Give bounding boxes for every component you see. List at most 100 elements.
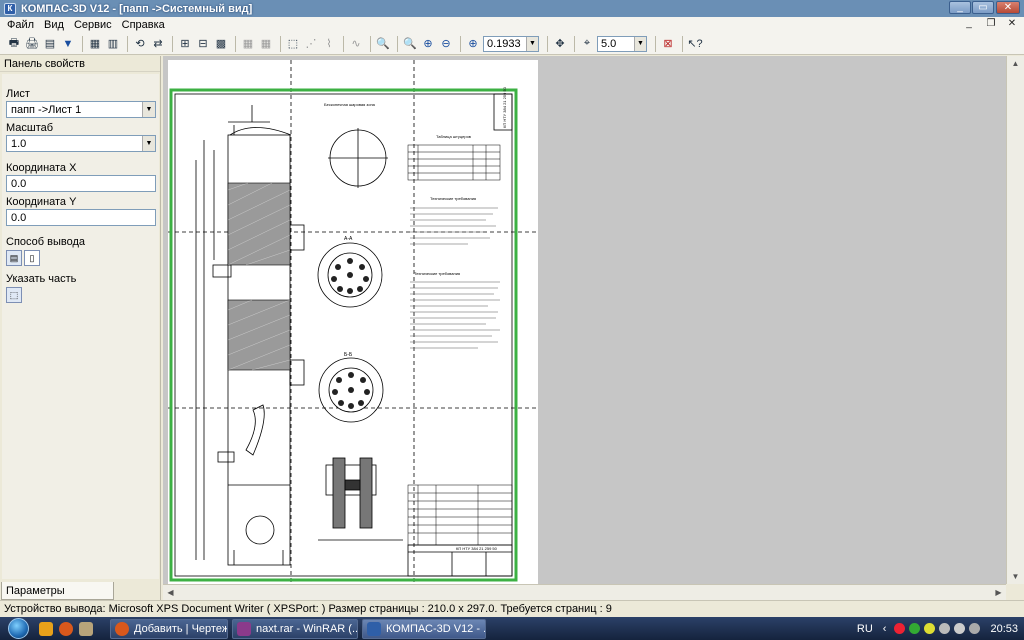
task-label: Добавить | Чертеж...	[134, 622, 228, 635]
coord-y-label: Координата Y	[6, 196, 77, 208]
grid-icon[interactable]: ▩	[213, 36, 229, 52]
toolbar-separator	[82, 35, 83, 52]
step-icon[interactable]: ⌖	[579, 36, 595, 52]
scatter-icon[interactable]: ⋰	[303, 36, 319, 52]
doc-restore-icon[interactable]: ❐	[982, 17, 1000, 31]
tools-icon[interactable]	[79, 621, 93, 636]
scroll-left-icon[interactable]: ◀	[163, 585, 178, 600]
zoom-out-icon[interactable]: ⊖	[438, 36, 454, 52]
minimize-icon[interactable]: _	[949, 1, 971, 14]
coord-x-label: Координата X	[6, 162, 77, 174]
section-b-label: Б-Б	[344, 352, 353, 358]
scroll-right-icon[interactable]: ▶	[991, 585, 1006, 600]
chevron-down-icon[interactable]: ▼	[634, 36, 646, 51]
language-indicator[interactable]: RU	[857, 623, 873, 635]
panel-body: Лист папп ->Лист 1 ▼ Масштаб 1.0 ▼ Координ…	[2, 74, 159, 579]
winrar-icon	[237, 621, 251, 636]
notes2-text-lines	[410, 281, 500, 349]
sheet-value: папп ->Лист 1	[11, 104, 82, 116]
tray-expand-icon[interactable]: ‹	[883, 623, 887, 635]
step-combo[interactable]: 5.0 ▼	[597, 35, 647, 52]
tab-view-params[interactable]: Параметры просмотра	[1, 582, 114, 609]
zoom-value: 0.1933	[487, 37, 521, 50]
select-part-icon[interactable]: ⬚	[6, 287, 22, 303]
media-player-icon[interactable]	[39, 621, 53, 636]
clock[interactable]: 20:53	[990, 623, 1018, 635]
print-pages-icon[interactable]: ▤	[42, 36, 58, 52]
update-icon[interactable]	[924, 623, 936, 634]
task-kompas[interactable]: КОМПАС-3D V12 - ...	[362, 618, 486, 639]
print-icon[interactable]: 🖶	[6, 36, 22, 52]
chevron-down-icon[interactable]: ▼	[142, 136, 155, 151]
firefox-icon	[115, 621, 129, 636]
horizontal-scrollbar[interactable]: ◀ ▶	[163, 584, 1006, 600]
maximize-icon[interactable]: ▭	[972, 1, 994, 14]
task-firefox[interactable]: Добавить | Чертеж...	[110, 618, 228, 639]
chevron-down-icon[interactable]: ▼	[142, 102, 155, 117]
frame-icon[interactable]: ⬚	[285, 36, 301, 52]
zoom-in-icon[interactable]: ⊕	[420, 36, 436, 52]
arrange-icon[interactable]: ▥	[105, 36, 121, 52]
output-print-icon[interactable]: ▤	[6, 250, 22, 266]
doc-close-icon[interactable]: ✕	[1003, 17, 1021, 31]
task-label: КОМПАС-3D V12 - ...	[386, 622, 486, 635]
coord-x-field[interactable]: 0.0	[6, 175, 156, 192]
doc-minimize-icon[interactable]: _	[960, 17, 978, 31]
vertical-scrollbar[interactable]: ▲ ▼	[1006, 56, 1024, 584]
title-block-code: КП НТУ 384 21 259 50	[456, 546, 498, 551]
menu-help[interactable]: Справка	[117, 19, 170, 31]
safely-remove-icon[interactable]	[969, 623, 981, 634]
layout-sheets-icon[interactable]: ▦	[87, 36, 103, 52]
scale-select[interactable]: 1.0 ▼	[6, 135, 156, 152]
zoom-frame-icon[interactable]: 🔍	[402, 36, 418, 52]
volume-icon[interactable]	[954, 623, 966, 634]
menu-file[interactable]: Файл	[2, 19, 39, 31]
wave-icon[interactable]: ∿	[348, 36, 364, 52]
firefox-icon[interactable]	[59, 621, 73, 636]
step-value: 5.0	[601, 37, 617, 50]
toolbar-separator	[397, 35, 398, 52]
zoom-combo[interactable]: 0.1933 ▼	[483, 35, 539, 52]
section-view-top	[328, 128, 388, 188]
start-button[interactable]	[0, 617, 36, 640]
chevron-down-icon[interactable]: ▼	[526, 36, 538, 51]
tile-icon[interactable]: ▦	[240, 36, 256, 52]
fit-page-icon[interactable]: ⊞	[177, 36, 193, 52]
toolbar-separator	[547, 35, 548, 52]
coord-x-value: 0.0	[11, 178, 27, 190]
notes2-title: Технические требования	[414, 271, 460, 276]
output-page-icon[interactable]: ▯	[24, 250, 40, 266]
heading-top: Бесконечная шаровая зона	[324, 102, 376, 107]
rotate-icon[interactable]: ⟲	[132, 36, 148, 52]
network-icon[interactable]	[939, 623, 951, 634]
fit-sheet-icon[interactable]: ⊟	[195, 36, 211, 52]
context-help-icon[interactable]: ↖?	[687, 36, 703, 52]
tile-alt-icon[interactable]: ▦	[258, 36, 274, 52]
toolbar: 🖶 🖨 ▤ ▼ ▦ ▥ ⟲ ⇄ ⊞ ⊟ ▩ ▦ ▦ ⬚ ⋰ ⌇ ∿ 🔍 🔍 ⊕ …	[0, 33, 1024, 55]
sheet-select[interactable]: папп ->Лист 1 ▼	[6, 101, 156, 118]
section-b-plate	[318, 357, 384, 423]
pan-icon[interactable]: ✥	[552, 36, 568, 52]
chart-icon[interactable]: ⌇	[321, 36, 337, 52]
window-title: КОМПАС-3D V12 - [папп ->Системный вид]	[21, 2, 253, 15]
scroll-up-icon[interactable]: ▲	[1008, 56, 1023, 71]
task-winrar[interactable]: naxt.rar - WinRAR (...	[232, 618, 358, 639]
flange-detail	[318, 457, 403, 541]
preview-workspace[interactable]: КП НТУ 384 21 259 50 Бесконечная шаровая…	[163, 56, 1006, 584]
menu-service[interactable]: Сервис	[69, 19, 117, 31]
zoom-scale-icon[interactable]: ⊕	[465, 36, 481, 52]
zoom-window-icon[interactable]: 🔍	[375, 36, 391, 52]
menu-view[interactable]: Вид	[39, 19, 69, 31]
move-icon[interactable]: ⇄	[150, 36, 166, 52]
antivirus-icon[interactable]	[894, 623, 906, 634]
close-icon[interactable]: ✕	[996, 1, 1020, 14]
scroll-down-icon[interactable]: ▼	[1008, 569, 1023, 584]
toolbar-separator	[235, 35, 236, 52]
scale-value: 1.0	[11, 138, 27, 150]
print-setup-icon[interactable]: 🖨	[24, 36, 40, 52]
coord-y-field[interactable]: 0.0	[6, 209, 156, 226]
network-status-icon[interactable]	[909, 623, 921, 634]
drawing-sheet[interactable]: КП НТУ 384 21 259 50 Бесконечная шаровая…	[168, 60, 538, 584]
filter-icon[interactable]: ▼	[60, 36, 76, 52]
close-preview-icon[interactable]: ⊠	[660, 36, 676, 52]
